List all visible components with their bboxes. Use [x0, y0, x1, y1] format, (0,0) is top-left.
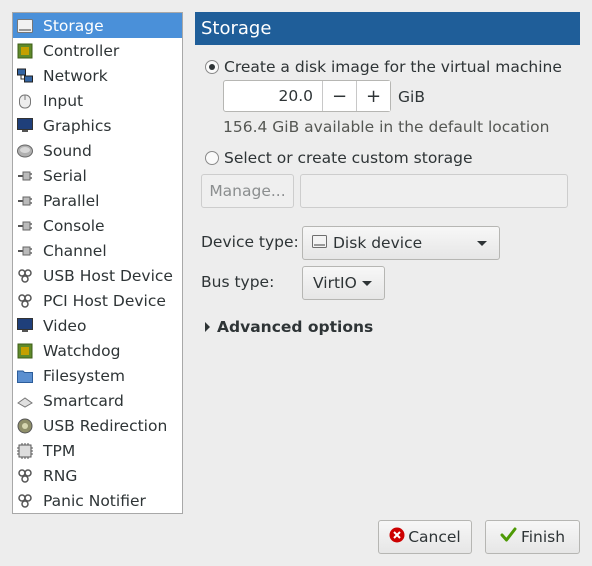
increase-size-button[interactable]: + — [356, 81, 390, 111]
sidebar-item-label: Console — [43, 216, 105, 235]
disk-device-icon — [312, 234, 327, 252]
sidebar-item-label: Watchdog — [43, 341, 121, 360]
sidebar-item-label: Video — [43, 316, 87, 335]
bus-type-dropdown[interactable]: VirtIO — [302, 266, 385, 300]
network-icon — [16, 68, 34, 84]
sidebar-item-label: Parallel — [43, 191, 100, 210]
sidebar-item-console[interactable]: Console — [13, 213, 182, 238]
pci-device-icon — [16, 293, 34, 309]
radio-unchecked-icon[interactable] — [205, 151, 219, 165]
bus-type-value: VirtIO — [313, 274, 357, 292]
chevron-down-icon — [362, 281, 372, 286]
page-title: Storage — [195, 12, 580, 45]
sidebar-item-label: Channel — [43, 241, 107, 260]
sidebar-item-video[interactable]: Video — [13, 313, 182, 338]
sidebar-item-graphics[interactable]: Graphics — [13, 113, 182, 138]
cancel-icon — [389, 527, 405, 547]
cancel-label: Cancel — [408, 528, 461, 546]
bus-type-label: Bus type: — [201, 273, 275, 291]
sidebar-item-label: Controller — [43, 41, 120, 60]
device-type-dropdown[interactable]: Disk device — [302, 226, 500, 260]
parallel-plug-icon — [16, 193, 34, 209]
sidebar-item-label: Graphics — [43, 116, 112, 135]
sidebar-item-label: RNG — [43, 466, 78, 485]
chevron-down-icon — [477, 241, 487, 246]
sidebar-item-pci-host-device[interactable]: PCI Host Device — [13, 288, 182, 313]
size-unit: GiB — [398, 88, 425, 106]
available-space-text: 156.4 GiB available in the default locat… — [223, 118, 550, 136]
decrease-size-button[interactable]: − — [322, 81, 356, 111]
sidebar-item-serial[interactable]: Serial — [13, 163, 182, 188]
channel-plug-icon — [16, 243, 34, 259]
tpm-chip-icon — [16, 442, 34, 459]
sidebar-item-usb-redirection[interactable]: USB Redirection — [13, 413, 182, 438]
custom-storage-label: Select or create custom storage — [224, 149, 473, 167]
sidebar-item-usb-host-device[interactable]: USB Host Device — [13, 263, 182, 288]
sidebar-item-input[interactable]: Input — [13, 88, 182, 113]
disk-size-value[interactable]: 20.0 — [224, 81, 322, 111]
sidebar-item-network[interactable]: Network — [13, 63, 182, 88]
manage-button[interactable]: Manage... — [201, 174, 294, 208]
sidebar-item-controller[interactable]: Controller — [13, 38, 182, 63]
sidebar-item-smartcard[interactable]: Smartcard — [13, 388, 182, 413]
mouse-icon — [16, 93, 34, 109]
sidebar-item-watchdog[interactable]: Watchdog — [13, 338, 182, 363]
sidebar-item-label: Panic Notifier — [43, 491, 146, 510]
sidebar-item-label: PCI Host Device — [43, 291, 166, 310]
sidebar-item-label: Sound — [43, 141, 92, 160]
sidebar-item-label: Input — [43, 91, 84, 110]
sidebar-item-label: Serial — [43, 166, 87, 185]
device-type-value: Disk device — [333, 234, 423, 252]
sidebar-item-label: Network — [43, 66, 108, 85]
finish-button[interactable]: Finish — [485, 520, 580, 554]
panic-device-icon — [16, 493, 34, 509]
custom-storage-radio[interactable]: Select or create custom storage — [205, 149, 473, 167]
sidebar-item-label: Storage — [43, 16, 104, 35]
sidebar-item-rng[interactable]: RNG — [13, 463, 182, 488]
device-type-label: Device type: — [201, 233, 299, 251]
sidebar-item-label: USB Host Device — [43, 266, 173, 285]
rng-device-icon — [16, 468, 34, 484]
speaker-icon — [16, 143, 34, 159]
controller-icon — [16, 43, 34, 59]
advanced-options-label: Advanced options — [217, 318, 374, 336]
sidebar-item-tpm[interactable]: TPM — [13, 438, 182, 463]
console-plug-icon — [16, 218, 34, 234]
sidebar-item-label: TPM — [43, 441, 76, 460]
finish-label: Finish — [520, 528, 566, 546]
custom-storage-path-input[interactable] — [300, 174, 568, 208]
storage-icon — [16, 18, 34, 34]
sidebar-item-channel[interactable]: Channel — [13, 238, 182, 263]
folder-icon — [16, 368, 34, 384]
hardware-list[interactable]: Storage Controller Network Input Graphics Sou… — [12, 12, 183, 514]
smartcard-icon — [16, 393, 34, 409]
disk-size-spinner[interactable]: 20.0 − + — [223, 80, 391, 112]
manage-button-label: Manage... — [209, 182, 286, 200]
sidebar-item-sound[interactable]: Sound — [13, 138, 182, 163]
advanced-options-expander[interactable]: Advanced options — [205, 318, 373, 336]
expander-arrow-icon — [205, 322, 210, 332]
sidebar-item-filesystem[interactable]: Filesystem — [13, 363, 182, 388]
create-disk-radio[interactable]: Create a disk image for the virtual mach… — [205, 58, 562, 76]
usb-redirection-icon — [16, 418, 34, 434]
create-disk-label: Create a disk image for the virtual mach… — [224, 58, 562, 76]
sidebar-item-label: Smartcard — [43, 391, 124, 410]
page-title-text: Storage — [201, 18, 272, 39]
radio-checked-icon[interactable] — [205, 60, 219, 74]
usb-device-icon — [16, 268, 34, 284]
watchdog-chip-icon — [16, 343, 34, 359]
video-monitor-icon — [16, 318, 34, 334]
monitor-icon — [16, 118, 34, 134]
sidebar-item-storage[interactable]: Storage — [13, 13, 182, 38]
checkmark-icon — [500, 527, 517, 547]
sidebar-item-panic-notifier[interactable]: Panic Notifier — [13, 488, 182, 513]
cancel-button[interactable]: Cancel — [378, 520, 472, 554]
sidebar-item-parallel[interactable]: Parallel — [13, 188, 182, 213]
sidebar-item-label: USB Redirection — [43, 416, 168, 435]
serial-plug-icon — [16, 168, 34, 184]
sidebar-item-label: Filesystem — [43, 366, 125, 385]
